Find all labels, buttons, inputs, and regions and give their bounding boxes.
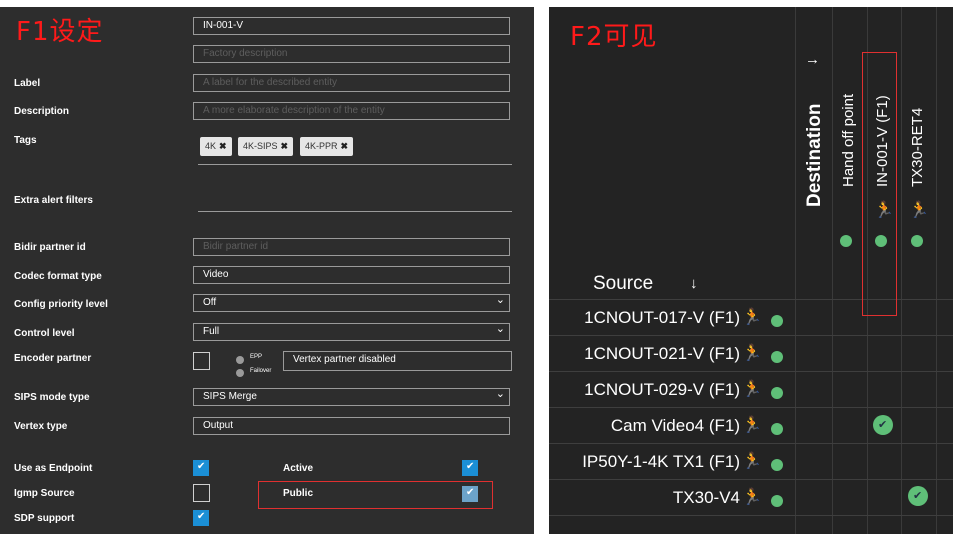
- use-as-endpoint-label: Use as Endpoint: [14, 463, 93, 474]
- status-dot: [771, 315, 783, 327]
- label-field-label: Label: [14, 78, 41, 89]
- panel-title: F1设定: [16, 17, 104, 47]
- public-highlight-box: [258, 481, 493, 509]
- close-icon[interactable]: ✖: [281, 141, 289, 151]
- extra-alert-filters-label: Extra alert filters: [14, 195, 93, 206]
- factory-description-input[interactable]: Factory description: [193, 45, 510, 63]
- active-label: Active: [283, 463, 314, 474]
- person-running-icon: 🏃: [742, 381, 762, 398]
- tag-chip[interactable]: 4K-PPR ✖: [300, 137, 354, 156]
- grid-line: [549, 335, 953, 336]
- tags-field-label: Tags: [14, 135, 37, 146]
- codec-format-type-label: Codec format type: [14, 271, 102, 282]
- tag-chip[interactable]: 4K ✖: [200, 137, 232, 156]
- person-running-icon: 🏃: [742, 309, 762, 326]
- close-icon[interactable]: ✖: [219, 141, 227, 151]
- label-input[interactable]: A label for the described entity: [193, 74, 510, 92]
- destination-label: Hand off point: [840, 93, 857, 187]
- person-running-icon: 🏃: [909, 202, 929, 219]
- destination-label: TX30-RET4: [909, 107, 926, 187]
- settings-panel: F1设定 IN-001-V Factory description Label …: [0, 7, 534, 534]
- tags-underline: [198, 164, 512, 165]
- grid-line: [549, 515, 953, 516]
- codec-format-type-input[interactable]: Video: [193, 266, 510, 284]
- grid-line: [549, 371, 953, 372]
- encoder-partner-label: Encoder partner: [14, 353, 92, 364]
- use-as-endpoint-checkbox[interactable]: [193, 460, 209, 476]
- grid-line: [549, 407, 953, 408]
- select-value: SIPS Merge: [203, 391, 257, 402]
- igmp-source-label: Igmp Source: [14, 488, 75, 499]
- sips-mode-type-select[interactable]: SIPS Merge: [193, 386, 510, 406]
- grid-line: [832, 7, 833, 534]
- source-label: 1CNOUT-029-V (F1): [584, 380, 740, 399]
- tag-chip[interactable]: 4K-SIPS ✖: [238, 137, 294, 156]
- status-dot: [840, 235, 852, 247]
- radio-epp[interactable]: [236, 356, 244, 364]
- close-icon[interactable]: ✖: [341, 141, 349, 151]
- grid-line: [936, 7, 937, 534]
- check-circle-icon[interactable]: [908, 486, 928, 506]
- bidir-partner-id-input[interactable]: Bidir partner id: [193, 238, 510, 256]
- description-field-label: Description: [14, 106, 70, 117]
- grid-line: [901, 7, 902, 534]
- vertex-type-label: Vertex type: [14, 421, 68, 432]
- control-level-select[interactable]: Full: [193, 321, 510, 341]
- sips-mode-type-label: SIPS mode type: [14, 392, 90, 403]
- source-header: Source: [593, 273, 654, 294]
- control-level-label: Control level: [14, 328, 75, 339]
- source-label: Cam Video4 (F1): [610, 416, 740, 435]
- bidir-partner-id-label: Bidir partner id: [14, 242, 86, 253]
- arrow-right-icon[interactable]: →: [805, 51, 820, 68]
- source-label: 1CNOUT-021-V (F1): [584, 344, 740, 363]
- description-input[interactable]: A more elaborate description of the enti…: [193, 102, 510, 120]
- check-circle-icon[interactable]: [873, 415, 893, 435]
- vertex-type-input[interactable]: Output: [193, 417, 510, 435]
- status-dot: [771, 351, 783, 363]
- arrow-down-icon[interactable]: ↓: [690, 275, 698, 292]
- source-label: IP50Y-1-4K TX1 (F1): [582, 452, 740, 471]
- radio-failover[interactable]: [236, 369, 244, 377]
- status-dot: [771, 459, 783, 471]
- destination-highlight-box: [862, 52, 897, 316]
- sdp-support-label: SDP support: [14, 513, 75, 524]
- person-running-icon: 🏃: [742, 489, 762, 506]
- grid-line: [549, 443, 953, 444]
- grid-line: [795, 7, 796, 534]
- sdp-support-checkbox[interactable]: [193, 510, 209, 526]
- source-label: TX30-V4: [672, 488, 740, 507]
- config-priority-level-label: Config priority level: [14, 299, 108, 310]
- visibility-matrix-panel: F2可见 → Destination Hand off point IN-001…: [549, 7, 953, 534]
- igmp-source-checkbox[interactable]: [193, 484, 210, 502]
- active-checkbox[interactable]: [462, 460, 478, 476]
- config-priority-level-select[interactable]: Off: [193, 292, 510, 312]
- person-running-icon: 🏃: [742, 417, 762, 434]
- select-value: Full: [203, 326, 220, 337]
- status-dot: [771, 387, 783, 399]
- radio-failover-label: Failover: [250, 368, 272, 374]
- status-dot: [911, 235, 923, 247]
- encoder-partner-input[interactable]: Vertex partner disabled: [283, 351, 512, 371]
- destination-header: Destination: [804, 103, 825, 207]
- source-label: 1CNOUT-017-V (F1): [584, 308, 740, 327]
- tag-label: 4K-PPR: [305, 141, 338, 151]
- radio-epp-label: EPP: [250, 354, 263, 360]
- person-running-icon: 🏃: [742, 345, 762, 362]
- person-running-icon: 🏃: [742, 453, 762, 470]
- status-dot: [771, 495, 783, 507]
- grid-line: [549, 479, 953, 480]
- panel-title: F2可见: [570, 22, 658, 52]
- tag-label: 4K-SIPS: [243, 141, 278, 151]
- tag-label: 4K: [205, 141, 217, 151]
- extra-alert-filters-input[interactable]: [198, 211, 512, 212]
- encoder-partner-checkbox[interactable]: [193, 352, 210, 370]
- status-dot: [771, 423, 783, 435]
- name-input[interactable]: IN-001-V: [193, 17, 510, 35]
- select-value: Off: [203, 297, 217, 308]
